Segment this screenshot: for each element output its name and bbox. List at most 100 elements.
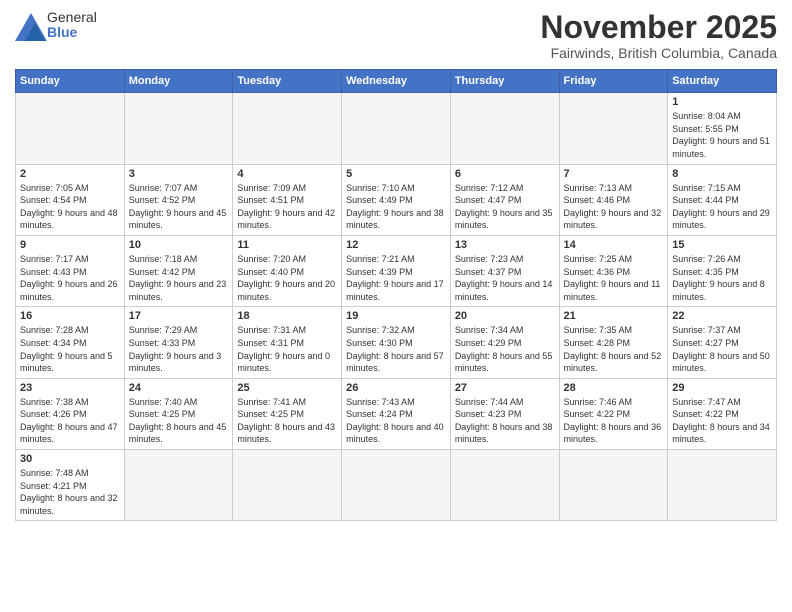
- month-title: November 2025: [540, 10, 777, 45]
- calendar-day-cell: 5Sunrise: 7:10 AMSunset: 4:49 PMDaylight…: [342, 164, 451, 235]
- calendar-day-cell: 21Sunrise: 7:35 AMSunset: 4:28 PMDayligh…: [559, 307, 668, 378]
- calendar-day-cell: [450, 450, 559, 521]
- calendar-week-row: 2 Sunrise: 7:05 AMSunset: 4:54 PMDaylight…: [16, 164, 777, 235]
- day-info: Sunrise: 7:07 AMSunset: 4:52 PMDaylight:…: [129, 182, 229, 232]
- col-saturday: Saturday: [668, 70, 777, 93]
- col-thursday: Thursday: [450, 70, 559, 93]
- calendar-day-cell: 16Sunrise: 7:28 AMSunset: 4:34 PMDayligh…: [16, 307, 125, 378]
- day-info: Sunrise: 7:34 AMSunset: 4:29 PMDaylight:…: [455, 324, 555, 374]
- day-number: 23: [20, 382, 120, 394]
- logo-line2: Blue: [47, 25, 97, 40]
- calendar-day-cell: 25Sunrise: 7:41 AMSunset: 4:25 PMDayligh…: [233, 378, 342, 449]
- day-number: 14: [564, 239, 664, 251]
- calendar-day-cell: 6 Sunrise: 7:12 AMSunset: 4:47 PMDaylight…: [450, 164, 559, 235]
- day-number: 24: [129, 382, 229, 394]
- calendar-day-cell: 19Sunrise: 7:32 AMSunset: 4:30 PMDayligh…: [342, 307, 451, 378]
- calendar-day-cell: 24Sunrise: 7:40 AMSunset: 4:25 PMDayligh…: [124, 378, 233, 449]
- day-info: Sunrise: 7:05 AMSunset: 4:54 PMDaylight:…: [20, 182, 120, 232]
- col-tuesday: Tuesday: [233, 70, 342, 93]
- day-info: Sunrise: 7:41 AMSunset: 4:25 PMDaylight:…: [237, 396, 337, 446]
- header: General Blue November 2025 Fairwinds, Br…: [15, 10, 777, 61]
- day-info: Sunrise: 7:18 AMSunset: 4:42 PMDaylight:…: [129, 253, 229, 303]
- calendar-day-cell: [342, 93, 451, 164]
- calendar-day-cell: 22 Sunrise: 7:37 AMSunset: 4:27 PMDayligh…: [668, 307, 777, 378]
- day-info: Sunrise: 7:15 AMSunset: 4:44 PMDaylight:…: [672, 182, 772, 232]
- calendar-day-cell: 30Sunrise: 7:48 AMSunset: 4:21 PMDayligh…: [16, 450, 125, 521]
- calendar-day-cell: 26Sunrise: 7:43 AMSunset: 4:24 PMDayligh…: [342, 378, 451, 449]
- day-info: Sunrise: 7:35 AMSunset: 4:28 PMDaylight:…: [564, 324, 664, 374]
- day-info: Sunrise: 7:12 AMSunset: 4:47 PMDaylight:…: [455, 182, 555, 232]
- col-wednesday: Wednesday: [342, 70, 451, 93]
- calendar-day-cell: [559, 450, 668, 521]
- day-info: Sunrise: 7:29 AMSunset: 4:33 PMDaylight:…: [129, 324, 229, 374]
- day-number: 8: [672, 168, 772, 180]
- day-info: Sunrise: 7:28 AMSunset: 4:34 PMDaylight:…: [20, 324, 120, 374]
- day-info: Sunrise: 7:43 AMSunset: 4:24 PMDaylight:…: [346, 396, 446, 446]
- calendar-day-cell: [124, 450, 233, 521]
- day-number: 10: [129, 239, 229, 251]
- day-number: 27: [455, 382, 555, 394]
- calendar-day-cell: 8 Sunrise: 7:15 AMSunset: 4:44 PMDaylight…: [668, 164, 777, 235]
- calendar-day-cell: 12Sunrise: 7:21 AMSunset: 4:39 PMDayligh…: [342, 235, 451, 306]
- day-number: 15: [672, 239, 772, 251]
- calendar-day-cell: [342, 450, 451, 521]
- day-number: 2: [20, 168, 120, 180]
- day-info: Sunrise: 8:04 AMSunset: 5:55 PMDaylight:…: [672, 110, 772, 160]
- calendar-week-row: 30Sunrise: 7:48 AMSunset: 4:21 PMDayligh…: [16, 450, 777, 521]
- logo: General Blue: [15, 10, 97, 41]
- day-info: Sunrise: 7:23 AMSunset: 4:37 PMDaylight:…: [455, 253, 555, 303]
- calendar-week-row: 23Sunrise: 7:38 AMSunset: 4:26 PMDayligh…: [16, 378, 777, 449]
- calendar-day-cell: 4Sunrise: 7:09 AMSunset: 4:51 PMDaylight…: [233, 164, 342, 235]
- calendar-day-cell: 27 Sunrise: 7:44 AMSunset: 4:23 PMDayligh…: [450, 378, 559, 449]
- day-info: Sunrise: 7:37 AMSunset: 4:27 PMDaylight:…: [672, 324, 772, 374]
- day-info: Sunrise: 7:10 AMSunset: 4:49 PMDaylight:…: [346, 182, 446, 232]
- calendar-day-cell: 20 Sunrise: 7:34 AMSunset: 4:29 PMDayligh…: [450, 307, 559, 378]
- logo-line1: General: [47, 10, 97, 25]
- day-info: Sunrise: 7:09 AMSunset: 4:51 PMDaylight:…: [237, 182, 337, 232]
- calendar-day-cell: [16, 93, 125, 164]
- col-sunday: Sunday: [16, 70, 125, 93]
- calendar-day-cell: 11 Sunrise: 7:20 AMSunset: 4:40 PMDayligh…: [233, 235, 342, 306]
- calendar-day-cell: 14Sunrise: 7:25 AMSunset: 4:36 PMDayligh…: [559, 235, 668, 306]
- calendar-day-cell: 3 Sunrise: 7:07 AMSunset: 4:52 PMDaylight…: [124, 164, 233, 235]
- day-number: 7: [564, 168, 664, 180]
- calendar-day-cell: [233, 450, 342, 521]
- calendar-week-row: 16Sunrise: 7:28 AMSunset: 4:34 PMDayligh…: [16, 307, 777, 378]
- day-number: 6: [455, 168, 555, 180]
- day-number: 29: [672, 382, 772, 394]
- day-info: Sunrise: 7:26 AMSunset: 4:35 PMDaylight:…: [672, 253, 772, 303]
- day-info: Sunrise: 7:44 AMSunset: 4:23 PMDaylight:…: [455, 396, 555, 446]
- day-number: 1: [672, 96, 772, 108]
- day-number: 19: [346, 310, 446, 322]
- day-info: Sunrise: 7:20 AMSunset: 4:40 PMDaylight:…: [237, 253, 337, 303]
- calendar-day-cell: 28Sunrise: 7:46 AMSunset: 4:22 PMDayligh…: [559, 378, 668, 449]
- calendar-day-cell: 2 Sunrise: 7:05 AMSunset: 4:54 PMDaylight…: [16, 164, 125, 235]
- day-info: Sunrise: 7:31 AMSunset: 4:31 PMDaylight:…: [237, 324, 337, 374]
- calendar-day-cell: [233, 93, 342, 164]
- day-number: 18: [237, 310, 337, 322]
- day-number: 20: [455, 310, 555, 322]
- calendar-day-cell: 1 Sunrise: 8:04 AMSunset: 5:55 PMDaylight…: [668, 93, 777, 164]
- day-number: 13: [455, 239, 555, 251]
- calendar-day-cell: 15 Sunrise: 7:26 AMSunset: 4:35 PMDayligh…: [668, 235, 777, 306]
- col-monday: Monday: [124, 70, 233, 93]
- day-number: 28: [564, 382, 664, 394]
- day-number: 3: [129, 168, 229, 180]
- calendar: Sunday Monday Tuesday Wednesday Thursday…: [15, 69, 777, 521]
- day-info: Sunrise: 7:21 AMSunset: 4:39 PMDaylight:…: [346, 253, 446, 303]
- calendar-day-cell: [559, 93, 668, 164]
- page: General Blue November 2025 Fairwinds, Br…: [0, 0, 792, 612]
- calendar-day-cell: 29Sunrise: 7:47 AMSunset: 4:22 PMDayligh…: [668, 378, 777, 449]
- location: Fairwinds, British Columbia, Canada: [540, 45, 777, 61]
- day-number: 17: [129, 310, 229, 322]
- calendar-day-cell: 18 Sunrise: 7:31 AMSunset: 4:31 PMDayligh…: [233, 307, 342, 378]
- calendar-day-cell: 10 Sunrise: 7:18 AMSunset: 4:42 PMDayligh…: [124, 235, 233, 306]
- day-info: Sunrise: 7:17 AMSunset: 4:43 PMDaylight:…: [20, 253, 120, 303]
- col-friday: Friday: [559, 70, 668, 93]
- day-number: 22: [672, 310, 772, 322]
- day-number: 11: [237, 239, 337, 251]
- day-number: 9: [20, 239, 120, 251]
- calendar-week-row: 1 Sunrise: 8:04 AMSunset: 5:55 PMDaylight…: [16, 93, 777, 164]
- logo-icon: [15, 13, 43, 37]
- calendar-day-cell: 13 Sunrise: 7:23 AMSunset: 4:37 PMDayligh…: [450, 235, 559, 306]
